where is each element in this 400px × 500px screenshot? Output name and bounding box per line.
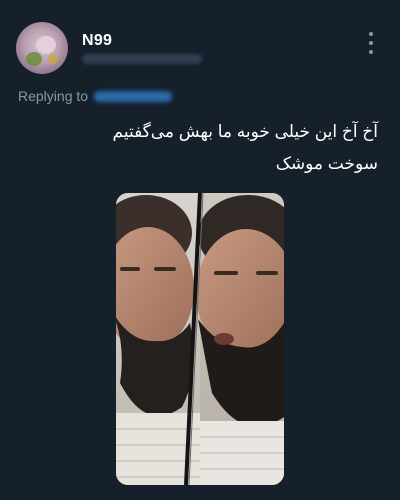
avatar-image-part [48, 54, 58, 64]
media-photo [116, 193, 284, 485]
tweet-text: آخ آخ این خیلی خوبه ما بهش می‌گفتیم سوخت… [18, 116, 379, 180]
dot [369, 32, 373, 36]
tweet-text-line: آخ آخ این خیلی خوبه ما بهش می‌گفتیم [112, 122, 379, 141]
display-name[interactable]: N99 [82, 32, 112, 50]
replying-to-label: Replying to [18, 88, 89, 104]
more-vertical-icon[interactable] [364, 32, 378, 54]
tweet-media-image[interactable] [116, 193, 284, 485]
avatar[interactable] [16, 22, 68, 74]
avatar-image-part [36, 36, 56, 54]
dot [369, 41, 373, 45]
avatar-image-part [26, 52, 42, 66]
blurred-mention-link[interactable] [94, 90, 173, 102]
replying-to: Replying to [18, 88, 173, 104]
tweet-text-line: سوخت موشک [275, 154, 378, 173]
dot [369, 50, 373, 54]
tweet-card[interactable]: N99 Replying to آخ آخ این خیلی خوبه ما ب… [0, 0, 400, 500]
blurred-handle [82, 54, 202, 64]
